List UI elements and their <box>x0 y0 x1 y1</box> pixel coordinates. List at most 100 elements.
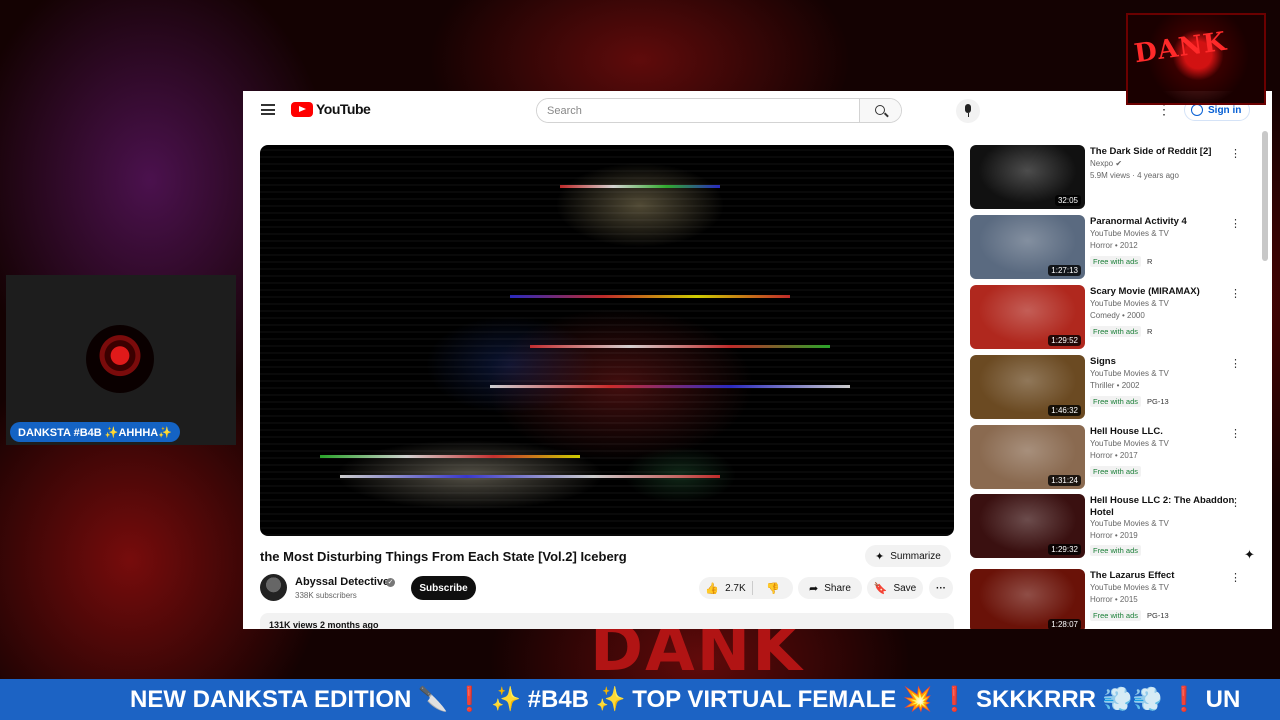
corner-logo: DANK <box>1126 13 1266 105</box>
channel-name-text: YouTube Movies & TV <box>1090 583 1169 592</box>
menu-icon[interactable] <box>261 104 275 115</box>
content-rating: PG-13 <box>1147 397 1169 406</box>
channel-name[interactable]: Abyssal Detective <box>295 576 389 588</box>
recommended-video[interactable]: 1:29:52 Scary Movie (MIRAMAX) YouTube Movi… <box>970 285 1260 351</box>
video-player[interactable] <box>260 145 954 536</box>
sparkle-icon: ✦ <box>875 550 885 563</box>
more-actions-button[interactable]: ··· <box>929 577 953 599</box>
badge-row: Free with ads PG-13 <box>1090 610 1169 621</box>
save-label: Save <box>893 582 917 594</box>
video-duration: 1:29:32 <box>1048 544 1081 555</box>
share-icon: ➦ <box>809 582 819 595</box>
streamer-avatar <box>86 325 154 393</box>
subscriber-count: 338K subscribers <box>295 591 357 600</box>
glitch-line <box>320 455 580 458</box>
video-thumbnail[interactable]: 1:29:32 <box>970 494 1085 558</box>
video-title: the Most Disturbing Things From Each Sta… <box>260 549 627 564</box>
badge-row: Free with ads <box>1090 466 1142 477</box>
free-with-ads-badge: Free with ads <box>1090 466 1142 477</box>
video-title[interactable]: Scary Movie (MIRAMAX) <box>1090 286 1235 298</box>
save-button[interactable]: 🔖 Save <box>867 577 923 599</box>
video-thumbnail[interactable]: 1:29:52 <box>970 285 1085 349</box>
channel-avatar[interactable] <box>260 574 287 601</box>
video-title[interactable]: Signs <box>1090 356 1235 368</box>
badge-row: Free with ads R <box>1090 256 1152 267</box>
glitch-line <box>510 295 790 298</box>
video-title[interactable]: The Lazarus Effect <box>1090 570 1235 582</box>
search-input[interactable] <box>537 99 859 122</box>
recommended-video[interactable]: 32:05 The Dark Side of Reddit [2] Nexpo ✔ 5… <box>970 145 1260 211</box>
channel-name[interactable]: YouTube Movies & TV <box>1090 229 1169 238</box>
search-button[interactable] <box>859 99 901 122</box>
more-options-icon[interactable]: ⋮ <box>1230 427 1241 440</box>
recommended-video[interactable]: 1:31:24 Hell House LLC. YouTube Movies & T… <box>970 425 1260 491</box>
like-dislike-group: 👍 2.7K 👎 <box>699 577 793 599</box>
share-button[interactable]: ➦ Share <box>798 577 862 599</box>
verified-icon: ✓ <box>386 578 395 587</box>
voice-search-icon[interactable] <box>956 99 980 123</box>
search-icon <box>875 105 885 115</box>
video-meta: Horror • 2017 <box>1090 451 1138 460</box>
summarize-button[interactable]: ✦ Summarize <box>865 545 951 567</box>
channel-name[interactable]: YouTube Movies & TV <box>1090 583 1169 592</box>
streamer-name-badge: DANKSTA #B4B ✨AHHHA✨ <box>10 422 180 442</box>
content-rating: R <box>1147 327 1153 336</box>
channel-name-text: YouTube Movies & TV <box>1090 439 1169 448</box>
channel-name[interactable]: Nexpo ✔ <box>1090 159 1122 168</box>
youtube-logo-text: YouTube <box>316 101 371 117</box>
video-duration: 1:27:13 <box>1048 265 1081 276</box>
summarize-label: Summarize <box>890 550 941 562</box>
recommended-video[interactable]: 1:29:32 Hell House LLC 2: The Abaddon Hot… <box>970 494 1260 560</box>
glitch-line <box>560 185 720 188</box>
recommended-video[interactable]: 1:46:32 Signs YouTube Movies & TV Thriller … <box>970 355 1260 421</box>
video-title[interactable]: Hell House LLC. <box>1090 426 1235 438</box>
scrollbar[interactable] <box>1262 131 1268 261</box>
youtube-window: YouTube ⋮ Sign in the Most Disturbing Th… <box>243 91 1272 629</box>
more-options-icon[interactable]: ⋮ <box>1230 217 1241 230</box>
more-options-icon[interactable]: ⋮ <box>1230 357 1241 370</box>
video-meta: Horror • 2015 <box>1090 595 1138 604</box>
ticker-bar: NEW DANKSTA EDITION 🔪 ❗ ✨ #B4B ✨ TOP VIR… <box>0 679 1280 720</box>
glitch-line <box>530 345 830 348</box>
free-with-ads-badge: Free with ads <box>1090 396 1142 407</box>
video-title[interactable]: Hell House LLC 2: The Abaddon Hotel <box>1090 495 1235 519</box>
video-title[interactable]: The Dark Side of Reddit [2] <box>1090 146 1235 158</box>
more-options-icon[interactable]: ⋮ <box>1230 147 1241 160</box>
more-options-icon[interactable]: ⋮ <box>1230 496 1241 509</box>
dislike-button[interactable]: 👎 <box>753 582 793 595</box>
video-meta: 5.9M views · 4 years ago <box>1090 171 1179 180</box>
video-thumbnail[interactable]: 1:28:07 <box>970 569 1085 629</box>
verified-icon: ✔ <box>1115 159 1123 168</box>
badge-row: Free with ads <box>1090 545 1142 556</box>
channel-name[interactable]: YouTube Movies & TV <box>1090 369 1169 378</box>
more-options-icon[interactable]: ⋮ <box>1230 571 1241 584</box>
free-with-ads-badge: Free with ads <box>1090 256 1142 267</box>
recommended-video[interactable]: 1:28:07 The Lazarus Effect YouTube Movies … <box>970 569 1260 629</box>
channel-name[interactable]: YouTube Movies & TV <box>1090 439 1169 448</box>
recommended-video[interactable]: 1:27:13 Paranormal Activity 4 YouTube Movi… <box>970 215 1260 281</box>
video-thumbnail[interactable]: 32:05 <box>970 145 1085 209</box>
bookmark-icon: 🔖 <box>873 582 888 595</box>
video-title[interactable]: Paranormal Activity 4 <box>1090 216 1235 228</box>
sign-in-label: Sign in <box>1208 104 1242 116</box>
ask-ai-icon[interactable]: ✦ <box>1244 547 1255 563</box>
channel-name-text: YouTube Movies & TV <box>1090 299 1169 308</box>
like-button[interactable]: 👍 2.7K <box>699 581 753 595</box>
video-thumbnail[interactable]: 1:31:24 <box>970 425 1085 489</box>
video-meta: Thriller • 2002 <box>1090 381 1140 390</box>
channel-name-text: YouTube Movies & TV <box>1090 369 1169 378</box>
subscribe-button[interactable]: Subscribe <box>411 576 476 600</box>
video-thumbnail[interactable]: 1:27:13 <box>970 215 1085 279</box>
video-duration: 1:28:07 <box>1048 619 1081 629</box>
glitch-line <box>490 385 850 388</box>
free-with-ads-badge: Free with ads <box>1090 545 1142 556</box>
video-duration: 1:31:24 <box>1048 475 1081 486</box>
channel-name[interactable]: YouTube Movies & TV <box>1090 299 1169 308</box>
video-thumbnail[interactable]: 1:46:32 <box>970 355 1085 419</box>
channel-name[interactable]: YouTube Movies & TV <box>1090 519 1169 528</box>
video-duration: 1:29:52 <box>1048 335 1081 346</box>
youtube-logo[interactable]: YouTube <box>291 101 371 117</box>
more-options-icon[interactable]: ⋮ <box>1230 287 1241 300</box>
corner-logo-text: DANK <box>1132 26 1229 70</box>
view-count-date: 131K views 2 months ago <box>269 620 379 629</box>
